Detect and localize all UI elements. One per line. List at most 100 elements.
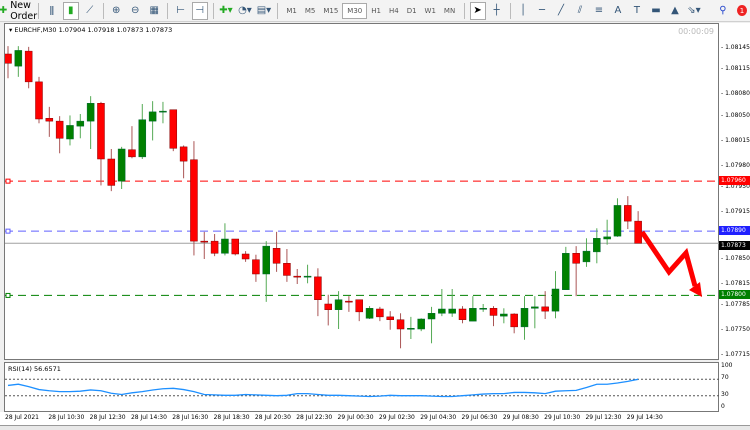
candle-body	[241, 253, 250, 260]
price-tick: - 1.08015	[721, 136, 750, 144]
price-axis[interactable]: - 1.08145 - 1.08115 - 1.08080 - 1.08050 - 1.…	[719, 23, 750, 412]
candle-body	[117, 148, 126, 182]
candle-body	[190, 159, 198, 242]
fibonacci-icon[interactable]: ≡	[591, 2, 607, 20]
time-tick: 28 Jul 14:30	[130, 414, 167, 421]
time-tick: 28 Jul 22:30	[296, 414, 333, 421]
candle-body	[345, 300, 353, 303]
time-tick: 29 Jul 08:30	[502, 414, 539, 421]
time-tick: 29 Jul 10:30	[544, 414, 581, 421]
cursor-icon[interactable]: ➤	[469, 1, 486, 20]
price-tick: - 1.07815	[721, 279, 750, 287]
timeframe-h1[interactable]: H1	[367, 3, 385, 19]
candle-body	[624, 205, 632, 222]
candle-body	[613, 205, 622, 237]
candle-timer: 00:00:09	[678, 27, 714, 36]
candle-body	[510, 313, 518, 328]
timeframe-m15[interactable]: M15	[319, 3, 342, 19]
trendline-icon[interactable]: ╱	[553, 2, 569, 20]
candle-body	[293, 275, 301, 278]
notifications-icon[interactable]: 1	[734, 2, 750, 20]
triangle-icon[interactable]: ▲	[667, 2, 683, 20]
rsi-tick: 100	[721, 362, 733, 369]
time-tick: 28 Jul 12:30	[89, 414, 126, 421]
candle-body	[582, 250, 591, 263]
price-tick: - 1.08080	[721, 90, 750, 98]
candle-body	[200, 240, 209, 243]
zoom-out-icon[interactable]: ⊖	[127, 2, 143, 20]
notification-badge: 1	[736, 5, 747, 16]
timeframe-mn[interactable]: MN	[440, 3, 459, 19]
price-tick: - 1.08115	[721, 65, 750, 73]
crosshair-icon[interactable]: ┼	[489, 2, 505, 20]
vertical-line-icon[interactable]: │	[515, 2, 531, 20]
price-tick: - 1.07850	[721, 254, 750, 262]
search-icon[interactable]: ⚲	[715, 2, 731, 20]
candle-body	[551, 288, 560, 312]
level-handle	[5, 292, 11, 298]
bar-chart-button[interactable]: ǁ	[44, 2, 60, 20]
time-tick: 29 Jul 04:30	[420, 414, 457, 421]
candle-body	[5, 53, 12, 64]
level-handle	[5, 178, 11, 184]
candle-body	[159, 110, 167, 113]
tile-windows-icon[interactable]: ▦	[146, 2, 162, 20]
text-icon[interactable]: A	[610, 2, 626, 20]
candle-body	[283, 263, 291, 276]
candle-body	[572, 253, 580, 264]
line-chart-button[interactable]: ⟋	[82, 2, 98, 20]
candle-body	[603, 236, 611, 240]
time-tick: 28 Jul 2021	[5, 414, 39, 421]
autoscroll-icon[interactable]: ⊣	[191, 1, 208, 20]
zoom-in-icon[interactable]: ⊕	[108, 2, 124, 20]
price-chart[interactable]: ▾ EURCHF,M30 1.07904 1.07918 1.07873 1.0…	[4, 23, 720, 360]
time-tick: 29 Jul 06:30	[461, 414, 498, 421]
level-price-tag: 1.07890	[719, 225, 750, 235]
candle-body	[489, 308, 498, 316]
horizontal-line-icon[interactable]: ─	[534, 2, 550, 20]
timeframe-m1[interactable]: M1	[282, 3, 301, 19]
candle-body	[479, 308, 487, 310]
rsi-panel[interactable]: RSI(14) 56.6571	[4, 362, 720, 412]
candle-body	[531, 306, 539, 309]
candle-body	[355, 299, 363, 313]
chart-tabs	[0, 425, 750, 430]
price-tick: - 1.07980	[721, 161, 750, 169]
candle-body	[417, 318, 425, 330]
time-tick: 29 Jul 00:30	[337, 414, 374, 421]
channel-icon[interactable]: ⫽	[572, 2, 588, 20]
rsi-tick: 70	[721, 374, 729, 382]
candle-body	[562, 253, 570, 290]
time-tick: 28 Jul 18:30	[213, 414, 250, 421]
periods-dropdown[interactable]: ◔▾	[237, 2, 253, 20]
timeframe-m30[interactable]: M30	[342, 2, 368, 19]
candle-body	[55, 120, 64, 139]
candle-body	[76, 120, 85, 127]
text-label-icon[interactable]: T	[629, 2, 645, 20]
candle-body	[324, 303, 332, 310]
time-tick: 28 Jul 10:30	[48, 414, 85, 421]
time-tick: 28 Jul 20:30	[254, 414, 291, 421]
timeframe-bar: M1 M5 M15 M30 H1 H4 D1 W1 MN	[282, 2, 459, 19]
level-price-tag: 1.07960	[719, 175, 750, 185]
bid-price-tag: 1.07873	[719, 240, 750, 250]
arrows-dropdown[interactable]: ⇘▾	[686, 2, 702, 20]
new-order-button[interactable]: ✚ New Order	[0, 0, 37, 22]
candle-body	[427, 313, 436, 320]
price-tick: - 1.08050	[721, 111, 750, 119]
price-tick: - 1.07715	[721, 351, 750, 359]
timeframe-m5[interactable]: M5	[301, 3, 320, 19]
timeframe-d1[interactable]: D1	[403, 3, 421, 19]
templates-dropdown[interactable]: ▤▾	[256, 2, 272, 20]
timeframe-h4[interactable]: H4	[385, 3, 403, 19]
timeframe-w1[interactable]: W1	[421, 3, 440, 19]
rectangle-icon[interactable]: ▬	[648, 2, 664, 20]
candle-body	[593, 238, 601, 253]
candle-body	[396, 319, 405, 330]
chart-shift-icon[interactable]: ⊢	[173, 2, 189, 20]
candlestick-chart-button[interactable]: ▮	[62, 1, 79, 20]
candle-body	[107, 158, 116, 186]
rsi-line	[7, 378, 639, 398]
rsi-tick: 0	[721, 403, 725, 410]
indicators-dropdown[interactable]: ✚▾	[218, 2, 234, 20]
